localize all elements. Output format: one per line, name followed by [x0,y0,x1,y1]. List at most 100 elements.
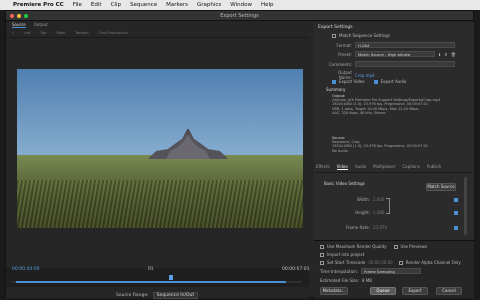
time-interp-label: Time Interpolation: [320,268,359,274]
tab-effects[interactable]: Effects [316,164,330,170]
tab-publish[interactable]: Publish [427,164,441,170]
range-fill [16,281,286,283]
export-settings-dialog: Export Settings Source Output ⌗ Left Top… [5,10,474,299]
format-select[interactable]: H.264 [355,42,455,48]
time-interp-select[interactable]: Frame Sampling [361,268,422,274]
basic-video-heading[interactable]: Basic Video Settings [324,181,365,186]
match-sequence-label: Match Sequence Settings [339,33,390,38]
source-range-select[interactable]: Sequence In/Out [152,292,199,299]
link-dimensions-icon[interactable] [386,198,390,214]
tab-video[interactable]: Video [336,164,348,170]
export-video-label: Export Video [339,79,365,84]
settings-panel: Export Settings Match Sequence Settings … [314,22,474,298]
crop-proportions[interactable]: Crop Proportions [99,28,128,38]
menu-file[interactable]: File [73,2,82,8]
file-size-value: 8 MB [362,278,373,283]
minimize-icon[interactable] [17,14,21,18]
height-label: Height: [355,210,370,215]
source-range: Source Range: Sequence In/Out [116,292,199,299]
import-project-label: Import into project [327,252,365,257]
close-icon[interactable] [10,14,14,18]
format-label: Format: [336,42,352,48]
queue-button[interactable]: Queue [370,287,396,295]
menu-clip[interactable]: Clip [111,2,121,8]
window-controls [10,14,28,18]
fit-select[interactable]: Fit [148,267,153,272]
render-alpha-label: Render Alpha Channel Only [405,260,461,265]
summary-source-line: No Audio [332,148,348,153]
app-menu[interactable]: Premiere Pro CC [13,2,64,8]
playhead[interactable] [169,275,173,280]
crop-right[interactable]: Right [56,28,65,38]
match-source-button[interactable]: Match Source [426,183,456,191]
tab-audio[interactable]: Audio [355,164,366,170]
width-value[interactable]: 1,920 [373,197,384,202]
save-preset-icon[interactable]: ⬇ [438,52,441,57]
timecode-in[interactable]: 00:00:44:00 [12,267,39,272]
export-audio-label: Export Audio [380,79,407,84]
width-match-checkbox[interactable] [454,198,458,202]
dialog-titlebar: Export Settings [6,11,473,21]
delete-preset-icon[interactable]: 🗑 [451,52,456,57]
menu-window[interactable]: Window [230,2,252,8]
import-preset-icon[interactable]: ⬆ [444,52,447,57]
export-settings-heading[interactable]: Export Settings [318,25,353,30]
import-project-checkbox[interactable] [320,252,324,257]
cancel-button[interactable]: Cancel [436,287,462,295]
zoom-icon[interactable] [24,14,28,18]
metadata-button[interactable]: Metadata... [320,287,348,295]
timecode-out: 00:00:07:01 [282,267,310,272]
summary-heading[interactable]: Summary [326,87,345,92]
menu-edit[interactable]: Edit [91,2,102,8]
crop-icon[interactable]: ⌗ [12,28,14,38]
render-alpha-checkbox[interactable] [398,260,403,265]
source-range-label: Source Range: [116,293,149,298]
width-label: Width: [357,197,370,202]
output-name-link[interactable]: Crop.mp4 [355,73,375,78]
export-button[interactable]: Export [402,287,428,295]
menu-help[interactable]: Help [261,2,274,8]
frame-rate-match-checkbox[interactable] [454,226,458,230]
max-render-label: Use Maximum Render Quality [327,244,387,249]
set-start-tc-label: Set Start Timecode [327,260,366,265]
menu-sequence[interactable]: Sequence [130,2,157,8]
comments-label: Comments: [328,61,352,67]
summary-output: Output: /Volume_b/X Premiere Pro Support… [332,94,440,115]
preset-select[interactable]: Match Source - High bitrate [355,51,435,57]
grass-texture [17,180,303,228]
summary-source: Source: Sequence, Crop 1920x1080 (1.0), … [332,136,428,153]
match-sequence-checkbox[interactable] [332,33,336,38]
range-slider[interactable] [12,281,302,283]
use-previews-label: Use Previews [400,244,427,249]
comments-input[interactable] [355,61,455,67]
set-start-tc-checkbox[interactable] [320,260,324,265]
frame-rate-value[interactable]: 23.976 [373,225,387,230]
export-audio-checkbox[interactable] [373,79,378,84]
height-value[interactable]: 1,080 [373,210,384,215]
height-match-checkbox[interactable] [454,211,458,215]
menu-bar: Premiere Pro CC File Edit Clip Sequence … [0,0,480,287]
start-tc-value[interactable]: 00:00:00:00 [368,260,392,265]
crop-toolbar: ⌗ Left Top Right Bottom Crop Proportions [6,28,309,38]
frame-rate-label: Frame Rate: [345,225,370,230]
settings-scrollbar[interactable] [464,177,467,235]
crop-top[interactable]: Top [41,28,47,38]
menu-graphics[interactable]: Graphics [197,2,221,8]
video-preview [17,69,303,228]
menu-markers[interactable]: Markers [166,2,188,8]
timeline-bar [6,268,309,287]
file-size-label: Estimated File Size: [320,278,360,283]
crop-bottom[interactable]: Bottom [76,28,89,38]
export-video-checkbox[interactable] [332,79,336,84]
tab-multiplexer[interactable]: Multiplexer [373,164,395,170]
preset-label: Preset: [338,51,352,57]
max-render-checkbox[interactable] [320,244,324,249]
lower-options: Use Maximum Render Quality Use Previews … [314,240,474,298]
tab-captions[interactable]: Captions [402,164,420,170]
summary-output-line: AAC, 320 kbps, 48 kHz, Stereo [332,110,386,115]
dialog-title: Export Settings [220,13,259,19]
crop-left[interactable]: Left [24,28,31,38]
settings-tabs: Effects Video Audio Multiplexer Captions… [316,164,472,173]
use-previews-checkbox[interactable] [393,244,398,249]
castle-illustration [148,129,228,159]
